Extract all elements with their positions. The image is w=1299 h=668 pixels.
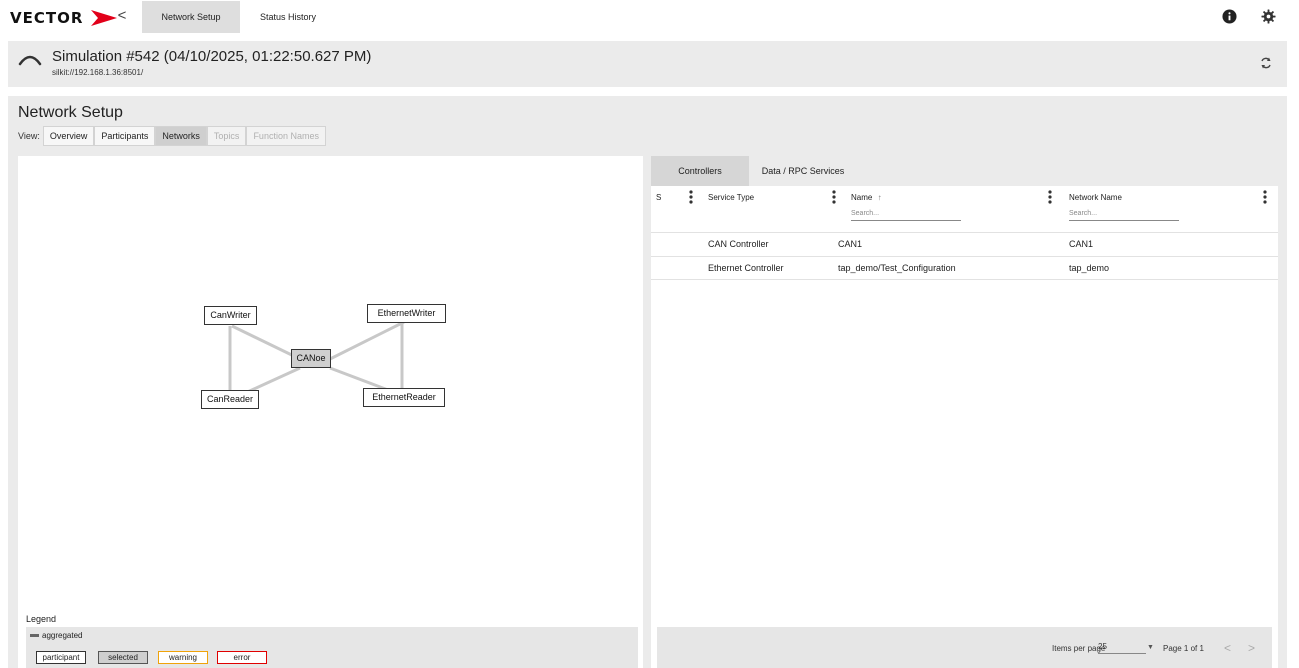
page-title: Network Setup bbox=[18, 104, 123, 121]
next-page-button[interactable]: > bbox=[1248, 641, 1255, 655]
legend-warning: warning bbox=[158, 651, 208, 664]
view-overview-button[interactable]: Overview bbox=[42, 126, 95, 146]
node-canoe[interactable]: CANoe bbox=[291, 349, 331, 368]
simulation-bar: Simulation #542 (04/10/2025, 01:22:50.62… bbox=[8, 41, 1287, 87]
network-name-column-menu-icon[interactable] bbox=[1263, 190, 1267, 204]
legend: aggregated participant selected warning … bbox=[26, 627, 638, 668]
legend-participant: participant bbox=[36, 651, 86, 664]
network-name-search-input[interactable]: Search... bbox=[1069, 209, 1179, 221]
table-row[interactable]: Ethernet Controller tap_demo/Test_Config… bbox=[651, 256, 1278, 280]
column-header-name[interactable]: Name ↑ bbox=[851, 193, 882, 202]
node-canwriter[interactable]: CanWriter bbox=[204, 306, 257, 325]
node-ethernetwriter[interactable]: EthernetWriter bbox=[367, 304, 446, 323]
back-button[interactable]: < bbox=[114, 6, 130, 26]
view-topics-button: Topics bbox=[206, 126, 247, 146]
column-header-network-name[interactable]: Network Name bbox=[1069, 193, 1122, 202]
node-ethernetreader[interactable]: EthernetReader bbox=[363, 388, 445, 407]
legend-aggregated-label: aggregated bbox=[42, 631, 83, 640]
view-selector: View: Overview Participants Networks Top… bbox=[18, 126, 326, 146]
sort-ascending-icon: ↑ bbox=[877, 193, 882, 202]
node-canreader[interactable]: CanReader bbox=[201, 390, 259, 409]
cell-network-name: CAN1 bbox=[1069, 239, 1094, 249]
simulation-url: silkit://192.168.1.36:8501/ bbox=[52, 68, 144, 77]
edge-canwriter-canoe bbox=[231, 324, 301, 361]
info-icon[interactable] bbox=[1222, 9, 1237, 24]
gear-icon[interactable] bbox=[1261, 9, 1276, 24]
vector-logo: VECTOR bbox=[10, 8, 119, 28]
column-header-name-label: Name bbox=[851, 193, 873, 202]
name-column-menu-icon[interactable] bbox=[1048, 190, 1052, 204]
view-participants-button[interactable]: Participants bbox=[94, 126, 156, 146]
previous-page-button[interactable]: < bbox=[1224, 641, 1231, 655]
cell-name: tap_demo/Test_Configuration bbox=[838, 263, 956, 273]
network-setup-panel: Network Setup View: Overview Participant… bbox=[8, 96, 1287, 668]
view-function-names-button: Function Names bbox=[246, 126, 326, 146]
legend-aggregated: aggregated bbox=[30, 631, 82, 640]
cell-service-type: Ethernet Controller bbox=[708, 263, 784, 273]
simulation-title: Simulation #542 (04/10/2025, 01:22:50.62… bbox=[52, 48, 372, 65]
status-column-menu-icon[interactable] bbox=[689, 190, 693, 204]
top-bar: VECTOR < Network Setup Status History bbox=[0, 0, 1299, 34]
cell-network-name: tap_demo bbox=[1069, 263, 1110, 273]
paginator: Items per page 25 ▼ Page 1 of 1 < > bbox=[657, 627, 1272, 668]
controllers-table-card: Controllers Data / RPC Services S Servic… bbox=[651, 156, 1278, 668]
refresh-icon[interactable] bbox=[1259, 56, 1273, 70]
items-per-page-select[interactable]: 25 bbox=[1098, 642, 1146, 654]
cell-service-type: CAN Controller bbox=[708, 239, 769, 249]
page-range-label: Page 1 of 1 bbox=[1163, 644, 1204, 653]
tab-status-history[interactable]: Status History bbox=[248, 1, 328, 33]
tab-network-setup[interactable]: Network Setup bbox=[142, 1, 240, 33]
view-label: View: bbox=[18, 131, 40, 141]
view-networks-button[interactable]: Networks bbox=[155, 126, 207, 146]
column-header-status[interactable]: S bbox=[656, 193, 661, 202]
chevron-down-icon[interactable]: ▼ bbox=[1147, 644, 1154, 651]
network-graph: CanWriter EthernetWriter CANoe CanReader… bbox=[18, 156, 643, 668]
table-row[interactable]: CAN Controller CAN1 CAN1 bbox=[651, 232, 1278, 256]
cell-name: CAN1 bbox=[838, 239, 863, 249]
aggregated-line-icon bbox=[30, 634, 39, 637]
tab-data-rpc-services[interactable]: Data / RPC Services bbox=[751, 156, 855, 186]
column-header-service-type[interactable]: Service Type bbox=[708, 193, 754, 202]
name-search-input[interactable]: Search... bbox=[851, 209, 961, 221]
legend-title: Legend bbox=[26, 614, 57, 624]
loading-spinner-icon bbox=[18, 55, 42, 66]
service-type-column-menu-icon[interactable] bbox=[832, 190, 836, 204]
edge-ethernetwriter-canoe bbox=[329, 320, 405, 361]
legend-error: error bbox=[217, 651, 267, 664]
tab-controllers[interactable]: Controllers bbox=[651, 156, 749, 186]
legend-selected: selected bbox=[98, 651, 148, 664]
table-tabs: Controllers Data / RPC Services bbox=[651, 156, 1278, 186]
logo-text: VECTOR bbox=[10, 9, 84, 27]
graph-edges bbox=[228, 320, 405, 401]
